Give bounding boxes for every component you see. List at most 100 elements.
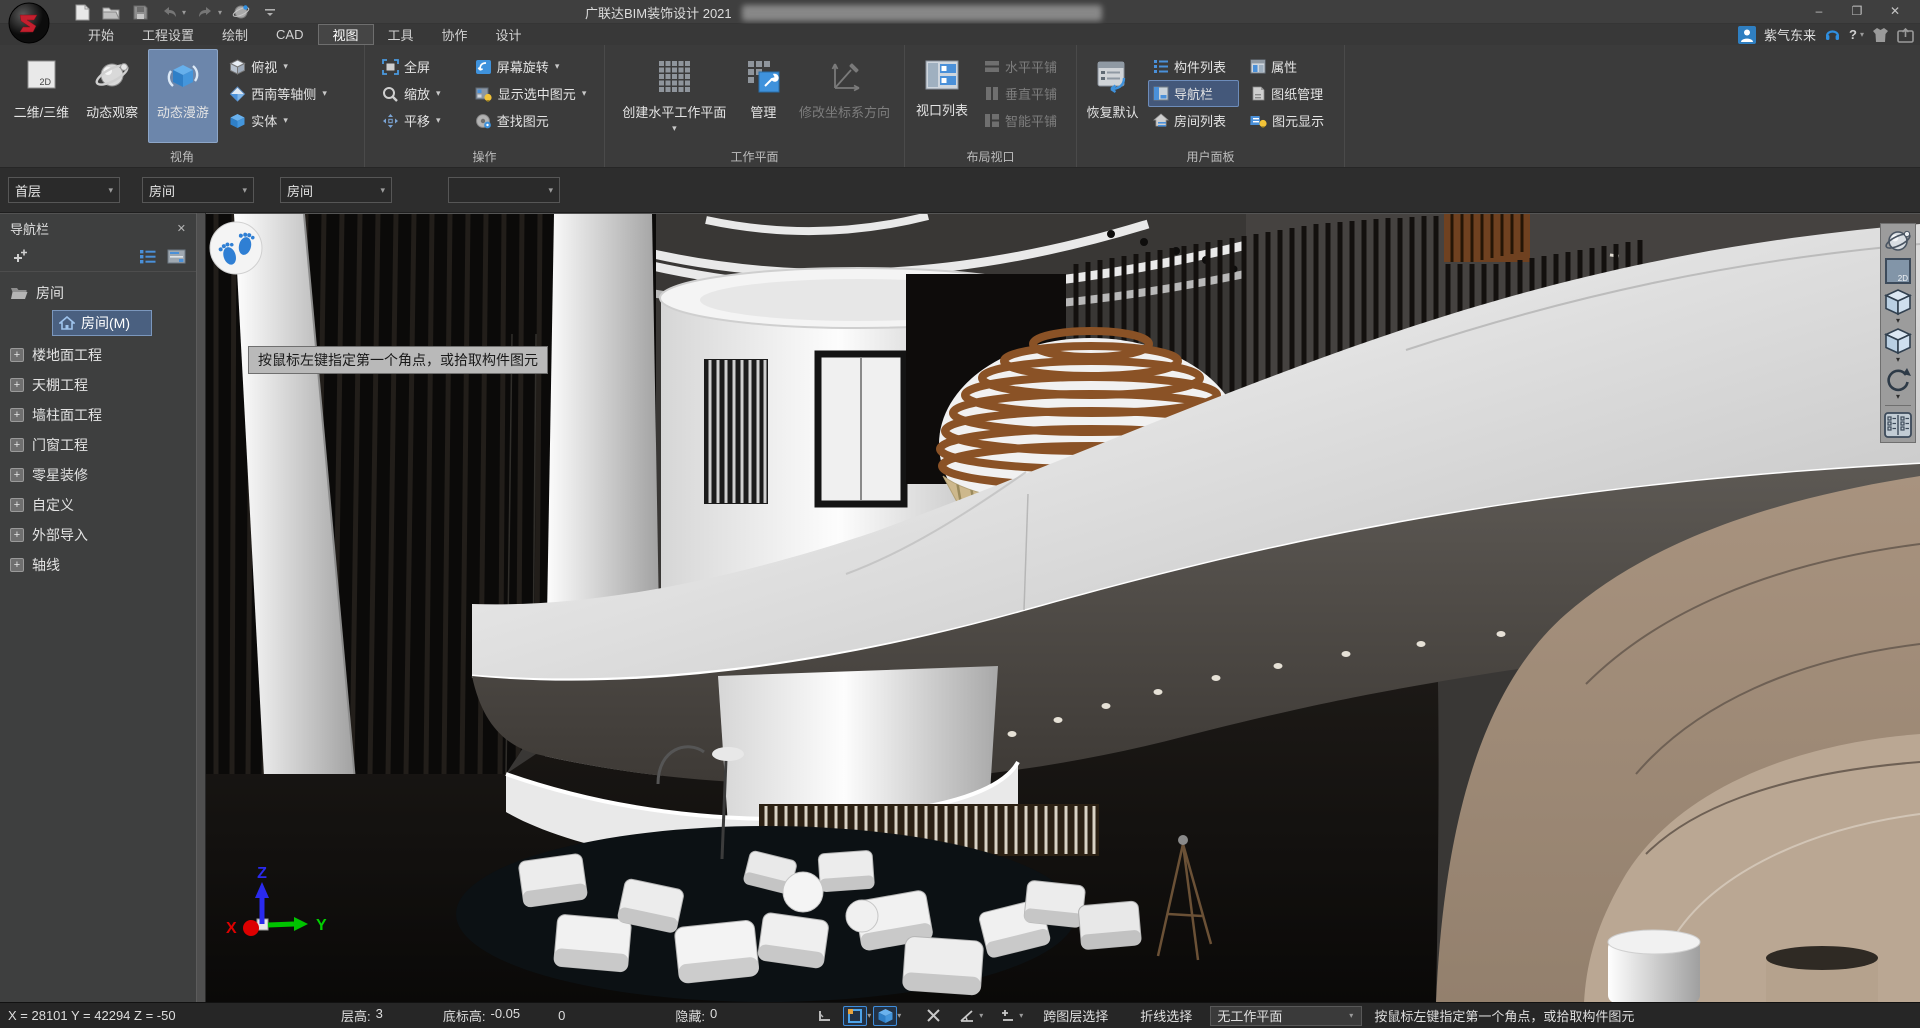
- orbit-tool-button[interactable]: [1883, 227, 1913, 255]
- user-name[interactable]: 紫气东来: [1764, 25, 1816, 44]
- box-view-button[interactable]: ▾: [1883, 287, 1913, 324]
- component-list-button[interactable]: 构件列表: [1148, 53, 1239, 80]
- pan-button[interactable]: 平移▾: [377, 107, 464, 134]
- find-element-icon: [475, 113, 492, 129]
- tree-item-door-window-works[interactable]: +门窗工程: [0, 430, 196, 460]
- redo-dropdown-icon[interactable]: ▾: [218, 8, 222, 17]
- category-select[interactable]: 房间▾: [142, 177, 254, 203]
- minimize-button[interactable]: –: [1800, 0, 1838, 22]
- tracking-icon[interactable]: [995, 1006, 1019, 1026]
- tab-draw[interactable]: 绘制: [208, 24, 262, 45]
- cross-layer-select-button[interactable]: 跨图层选择: [1033, 1006, 1118, 1025]
- open-file-icon[interactable]: [101, 2, 121, 22]
- tree-item-wall-column-works[interactable]: +墙柱面工程: [0, 400, 196, 430]
- solid-style-button[interactable]: 实体▾: [224, 107, 360, 134]
- manage-workplane-button[interactable]: 管理: [738, 49, 789, 143]
- create-workplane-button[interactable]: 创建水平工作平面 ▾: [611, 49, 738, 143]
- tab-view[interactable]: 视图: [318, 24, 374, 45]
- help-dropdown-icon[interactable]: ▾: [1860, 30, 1864, 39]
- close-button[interactable]: ✕: [1876, 0, 1914, 22]
- skin-icon[interactable]: [1872, 27, 1889, 43]
- angle-snap-icon[interactable]: [955, 1006, 979, 1026]
- element-display-button[interactable]: 图元显示: [1245, 107, 1340, 134]
- expand-icon[interactable]: +: [10, 558, 24, 572]
- display-settings-button[interactable]: [1883, 411, 1913, 439]
- add-component-icon[interactable]: [10, 249, 28, 265]
- panel-splitter[interactable]: [196, 213, 206, 1002]
- 3d-snap-toggle[interactable]: [873, 1006, 897, 1026]
- chevron-down-icon[interactable]: ▾: [1019, 1011, 1023, 1020]
- tab-cad[interactable]: CAD: [262, 24, 317, 45]
- expand-icon[interactable]: +: [10, 528, 24, 542]
- tree-item-external-import[interactable]: +外部导入: [0, 520, 196, 550]
- chevron-down-icon[interactable]: ▾: [897, 1011, 901, 1020]
- zoom-button[interactable]: 缩放▾: [377, 80, 464, 107]
- tree-item-ceiling-works[interactable]: +天棚工程: [0, 370, 196, 400]
- floor-select[interactable]: 首层▾: [8, 177, 120, 203]
- polyline-select-button[interactable]: 折线选择: [1130, 1006, 1202, 1025]
- ucs-corner-icon[interactable]: [813, 1006, 837, 1026]
- screen-rotate-button[interactable]: 屏幕旋转▾: [470, 53, 600, 80]
- undo-dropdown-icon[interactable]: ▾: [182, 8, 186, 17]
- tab-start[interactable]: 开始: [74, 24, 128, 45]
- panel-view-icon[interactable]: [167, 249, 186, 264]
- sheet-manage-button[interactable]: 图纸管理: [1245, 80, 1340, 107]
- tree-item-misc-decoration[interactable]: +零星装修: [0, 460, 196, 490]
- expand-icon[interactable]: +: [10, 378, 24, 392]
- 2d-3d-toggle-button[interactable]: 2D 二维/三维: [6, 49, 77, 143]
- ortho-snap-toggle[interactable]: [843, 1006, 867, 1026]
- 2d-view-button[interactable]: 2D: [1883, 257, 1913, 285]
- chevron-down-icon[interactable]: ▾: [979, 1011, 983, 1020]
- orbit-button[interactable]: 动态观察: [77, 49, 148, 143]
- show-selected-button[interactable]: 显示选中图元▾: [470, 80, 600, 107]
- tab-design[interactable]: 设计: [482, 24, 536, 45]
- chevron-down-icon[interactable]: ▾: [867, 1011, 871, 1020]
- avatar[interactable]: [1738, 26, 1756, 44]
- find-element-button[interactable]: 查找图元: [470, 107, 600, 134]
- top-view-button[interactable]: 俯视▾: [224, 53, 360, 80]
- selection-filter-icon[interactable]: [921, 1006, 945, 1026]
- expand-icon[interactable]: +: [10, 468, 24, 482]
- redo-icon[interactable]: [195, 2, 215, 22]
- close-panel-icon[interactable]: ✕: [177, 222, 186, 235]
- sync-cloud-icon[interactable]: [231, 2, 251, 22]
- tree-item-room-root[interactable]: 房间: [0, 278, 196, 308]
- workplane-select[interactable]: 无工作平面▾: [1210, 1006, 1362, 1026]
- headset-icon[interactable]: [1824, 26, 1841, 43]
- tab-project-settings[interactable]: 工程设置: [128, 24, 208, 45]
- app-logo-icon[interactable]: [8, 2, 50, 44]
- customize-toolbar-icon[interactable]: [260, 2, 280, 22]
- extra-select[interactable]: ▾: [448, 177, 560, 203]
- new-file-icon[interactable]: [72, 2, 92, 22]
- sw-isometric-button[interactable]: 西南等轴侧▾: [224, 80, 360, 107]
- expand-icon[interactable]: +: [10, 348, 24, 362]
- help-button[interactable]: ?: [1849, 27, 1857, 42]
- cube-view-button[interactable]: ▾: [1883, 326, 1913, 363]
- list-view-icon[interactable]: [139, 249, 157, 264]
- expand-icon[interactable]: +: [10, 498, 24, 512]
- tab-collaborate[interactable]: 协作: [428, 24, 482, 45]
- navigator-toggle-button[interactable]: 导航栏: [1148, 80, 1239, 107]
- fullscreen-button[interactable]: 全屏: [377, 53, 464, 80]
- undo-icon[interactable]: [159, 2, 179, 22]
- expand-icon[interactable]: +: [10, 408, 24, 422]
- group-label-layout: 布局视口: [905, 148, 1076, 165]
- properties-button[interactable]: 属性: [1245, 53, 1340, 80]
- restore-button[interactable]: ❐: [1838, 0, 1876, 22]
- rotate-view-button[interactable]: ▾: [1883, 365, 1913, 400]
- share-icon[interactable]: [1897, 27, 1914, 43]
- restore-default-button[interactable]: 恢复默认: [1083, 49, 1142, 143]
- 3d-scene[interactable]: Z Y X: [206, 214, 1920, 1002]
- tree-item-axis[interactable]: +轴线: [0, 550, 196, 580]
- expand-icon[interactable]: +: [10, 438, 24, 452]
- tree-item-room-selected[interactable]: 房间(M): [52, 310, 152, 336]
- tree-item-custom[interactable]: +自定义: [0, 490, 196, 520]
- tree-item-floor-works[interactable]: +楼地面工程: [0, 340, 196, 370]
- walkthrough-button[interactable]: 动态漫游: [148, 49, 219, 143]
- tab-tools[interactable]: 工具: [374, 24, 428, 45]
- save-icon[interactable]: [130, 2, 150, 22]
- viewport-list-button[interactable]: 视口列表: [911, 49, 973, 143]
- element-select[interactable]: 房间▾: [280, 177, 392, 203]
- room-list-button[interactable]: 房间列表: [1148, 107, 1239, 134]
- 3d-viewport[interactable]: Z Y X 按鼠标左键指定第一个角点，或拾取构件图元 2D ▾ ▾ ▾: [206, 213, 1920, 1002]
